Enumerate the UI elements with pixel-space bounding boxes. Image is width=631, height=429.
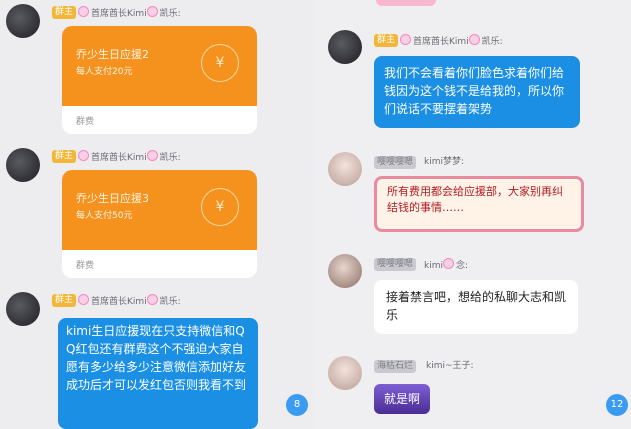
avatar[interactable] xyxy=(328,152,362,186)
avatar[interactable] xyxy=(6,292,40,326)
message-bubble[interactable]: 接着禁言吧，想给的私聊大志和凯乐 xyxy=(374,280,578,334)
heart-icon xyxy=(78,150,89,161)
chat-pane-left: 群主 首席酋长Kimi 凯乐: 乔少生日应援2 每人支付20元 ¥ 群费 群主 首… xyxy=(0,0,315,429)
sender-name: kimi梦梦: xyxy=(424,157,465,167)
sender-name: 首席酋长Kimi 凯乐: xyxy=(78,6,181,20)
sender-name: kimi 念: xyxy=(424,258,468,272)
heart-icon xyxy=(468,34,480,45)
owner-badge: 群主 xyxy=(374,34,399,47)
member-title-badge: 海枯石烂 xyxy=(374,360,417,373)
red-packet-amount: 每人支付20元 xyxy=(76,67,133,77)
sender-name: 首席酋长Kimi 凯乐: xyxy=(78,150,181,164)
message-bubble[interactable]: 就是啊 xyxy=(374,384,430,414)
heart-icon xyxy=(78,294,89,305)
yuan-coin-icon: ¥ xyxy=(201,44,239,82)
unread-count-badge[interactable]: 8 xyxy=(286,394,308,416)
heart-icon xyxy=(146,294,158,305)
owner-badge: 群主 xyxy=(52,150,77,163)
yuan-coin-icon: ¥ xyxy=(201,188,239,226)
red-packet-title: 乔少生日应援2 xyxy=(76,48,149,61)
owner-badge: 群主 xyxy=(52,294,77,307)
heart-icon xyxy=(146,150,158,161)
heart-icon xyxy=(400,34,411,45)
message-bubble[interactable]: kimi生日应援现在只支持微信和QQ红包还有群费这个不强迫大家自愿有多少给多少注… xyxy=(58,318,258,429)
message-bubble[interactable]: 我们不会看着你们脸色求着你们给钱因为这个钱不是给我的，所以你们说话不要摆着架势 xyxy=(374,56,580,128)
message-bubble[interactable]: 所有费用都会给应援部，大家别再纠结钱的事情…… xyxy=(374,176,584,232)
member-title-badge: 嘤嘤嘤嗯 xyxy=(374,258,417,271)
red-packet[interactable]: 乔少生日应援3 每人支付50元 ¥ 群费 xyxy=(62,170,257,278)
avatar[interactable] xyxy=(328,254,362,288)
red-packet[interactable]: 乔少生日应援2 每人支付20元 ¥ 群费 xyxy=(62,26,257,134)
unread-count-badge[interactable]: 12 xyxy=(606,394,628,416)
heart-icon xyxy=(146,6,158,17)
red-packet-title: 乔少生日应援3 xyxy=(76,192,149,205)
heart-icon xyxy=(442,258,454,269)
bubble-edge xyxy=(376,0,436,6)
red-packet-amount: 每人支付50元 xyxy=(76,211,133,221)
chat-pane-right: 群主 首席酋长Kimi 凯乐: 我们不会看着你们脸色求着你们给钱因为这个钱不是给我… xyxy=(316,0,631,429)
avatar[interactable] xyxy=(328,356,362,390)
sender-name: kimi~王子: xyxy=(426,361,474,371)
red-packet-footer: 群费 xyxy=(76,117,95,127)
sender-name: 首席酋长Kimi 凯乐: xyxy=(78,294,181,308)
avatar[interactable] xyxy=(6,4,40,38)
sender-name: 首席酋长Kimi 凯乐: xyxy=(400,34,503,48)
red-packet-footer: 群费 xyxy=(76,261,95,271)
owner-badge: 群主 xyxy=(52,6,77,19)
heart-icon xyxy=(78,6,89,17)
member-title-badge: 嘤嘤嘤嗯 xyxy=(374,156,417,169)
avatar[interactable] xyxy=(328,30,362,64)
avatar[interactable] xyxy=(6,148,40,182)
